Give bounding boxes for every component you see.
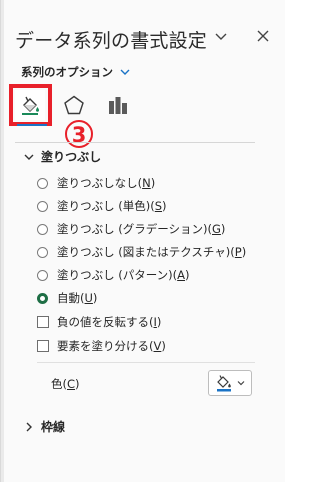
checkbox[interactable] (37, 316, 49, 328)
step-number-badge: 3 (65, 120, 93, 148)
bar-chart-icon (109, 97, 127, 114)
series-options-dropdown[interactable]: 系列のオプション (21, 64, 131, 80)
chevron-right-icon (26, 422, 32, 431)
radio-button[interactable] (37, 177, 48, 189)
format-data-series-pane: データ系列の書式設定 系列のオプション 3 塗りつぶし 塗りつぶしなし(N) 塗… (0, 0, 285, 482)
checkbox-label: 要素を塗り分ける(V) (57, 339, 166, 353)
color-label: 色(C) (51, 377, 80, 391)
checkbox-vary-colors[interactable]: 要素を塗り分ける(V) (37, 338, 166, 354)
close-icon[interactable] (255, 28, 271, 44)
radio-label: 塗りつぶし (図またはテクスチャ)(P) (57, 245, 247, 259)
radio-solid-fill[interactable]: 塗りつぶし (単色)(S) (37, 198, 167, 214)
radio-no-fill[interactable]: 塗りつぶしなし(N) (37, 175, 155, 191)
checkbox[interactable] (37, 340, 49, 352)
checkbox-label: 負の値を反転する(I) (57, 315, 162, 329)
radio-automatic[interactable]: 自動(U) (37, 290, 97, 306)
annotation-highlight-box (9, 84, 52, 126)
pane-title: データ系列の書式設定 (15, 30, 208, 52)
border-section-header[interactable]: 枠線 (23, 418, 65, 435)
radio-label: 自動(U) (57, 291, 98, 305)
color-picker-button[interactable] (208, 370, 252, 396)
chevron-down-icon (120, 69, 130, 75)
radio-label: 塗りつぶし (単色)(S) (57, 199, 167, 213)
series-options-label: 系列のオプション (21, 65, 113, 79)
pane-resize-edge[interactable] (1, 0, 4, 482)
chevron-down-icon[interactable] (213, 28, 229, 44)
fill-section-title: 塗りつぶし (41, 150, 102, 164)
radio-button[interactable] (37, 269, 48, 281)
radio-label: 塗りつぶし (グラデーション)(G) (57, 222, 226, 236)
border-section-title: 枠線 (41, 420, 66, 434)
radio-button[interactable] (37, 246, 48, 258)
radio-label: 塗りつぶし (パターン)(A) (57, 268, 190, 282)
radio-label: 塗りつぶしなし(N) (57, 176, 156, 190)
chevron-down-icon (24, 154, 34, 160)
pentagon-icon (64, 95, 84, 115)
chevron-down-icon (237, 381, 245, 386)
radio-pattern-fill[interactable]: 塗りつぶし (パターン)(A) (37, 267, 190, 283)
tab-effects[interactable] (59, 90, 89, 120)
radio-gradient-fill[interactable]: 塗りつぶし (グラデーション)(G) (37, 221, 225, 237)
checkbox-invert-negative[interactable]: 負の値を反転する(I) (37, 314, 161, 330)
paint-bucket-icon (217, 375, 231, 392)
active-tab-indicator (17, 124, 47, 126)
radio-button-selected[interactable] (37, 292, 48, 304)
section-divider (15, 142, 255, 143)
color-row-divider (37, 362, 255, 363)
radio-button[interactable] (37, 223, 48, 235)
radio-picture-fill[interactable]: 塗りつぶし (図またはテクスチャ)(P) (37, 244, 246, 260)
radio-button[interactable] (37, 200, 48, 212)
fill-section-header[interactable]: 塗りつぶし (23, 148, 101, 165)
tab-series-options[interactable] (103, 90, 133, 120)
